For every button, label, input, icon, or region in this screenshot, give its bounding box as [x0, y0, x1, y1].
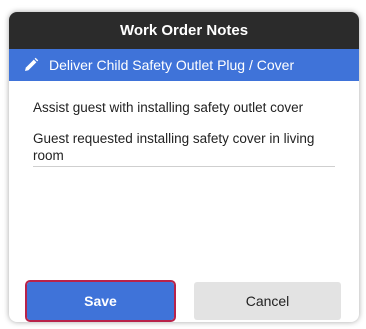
dialog-title-bar: Work Order Notes	[9, 12, 359, 49]
dialog-title: Work Order Notes	[119, 22, 249, 39]
pencil-icon	[23, 57, 39, 73]
work-order-notes-dialog: Work Order Notes Deliver Child Safety Ou…	[9, 12, 359, 322]
button-row: Save Cancel	[25, 280, 341, 322]
task-header: Deliver Child Safety Outlet Plug / Cover	[9, 49, 359, 81]
note-input-2[interactable]: Guest requested installing safety cover …	[33, 130, 335, 167]
notes-content: Assist guest with installing safety outl…	[9, 81, 359, 167]
save-button[interactable]: Save	[25, 280, 176, 322]
task-title: Deliver Child Safety Outlet Plug / Cover	[49, 57, 295, 73]
cancel-button[interactable]: Cancel	[194, 282, 341, 320]
note-text-1: Assist guest with installing safety outl…	[33, 100, 304, 115]
